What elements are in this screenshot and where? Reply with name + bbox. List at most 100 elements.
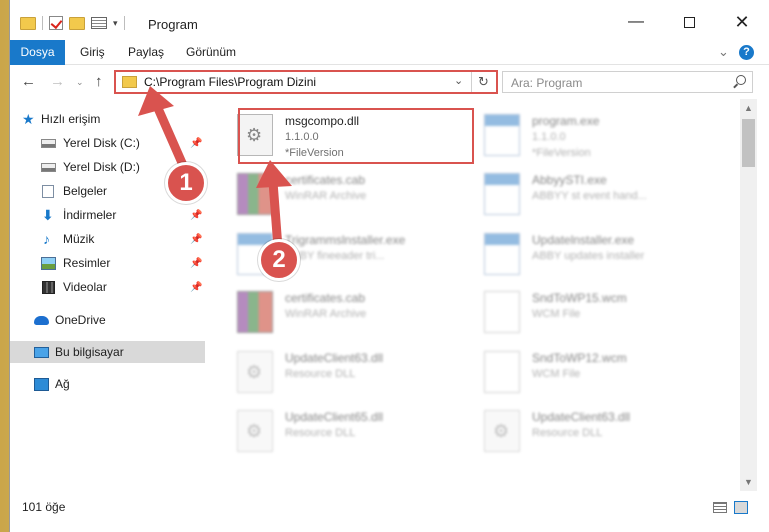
address-bar[interactable]: C:\Program Files\Program Dizini ⌄ ↻ — [114, 70, 498, 94]
details-view-icon[interactable] — [713, 502, 727, 513]
new-folder-icon[interactable] — [69, 16, 85, 30]
music-icon: ♪ — [43, 230, 50, 247]
sidebar-item-label: Hızlı erişim — [41, 112, 101, 126]
search-input[interactable]: Ara: Program — [502, 71, 753, 93]
pin-icon[interactable]: 📌 — [190, 258, 202, 269]
dll-icon — [237, 410, 273, 452]
scroll-down-icon[interactable]: ▼ — [744, 477, 753, 487]
sidebar-item-label: Müzik — [63, 232, 95, 246]
file-list: msgcompo.dll 1.1.0.0 *FileVersion progra… — [205, 99, 740, 491]
file-name: UpdateClient63.dll — [285, 351, 384, 365]
file-item[interactable]: SndToWP15.wcm WCM File — [480, 285, 715, 341]
file-item[interactable]: UpdateClient63.dll Resource DLL — [233, 345, 468, 401]
address-path[interactable]: C:\Program Files\Program Dizini — [144, 75, 316, 89]
file-item[interactable]: SndToWP12.wcm WCM File — [480, 345, 715, 401]
file-name: SndToWP12.wcm — [532, 351, 627, 365]
tab-home[interactable]: Giriş — [80, 40, 105, 65]
recent-locations-icon[interactable]: ⌄ — [76, 77, 84, 88]
customize-toolbar-icon[interactable] — [91, 17, 107, 29]
window-title: Program — [148, 17, 198, 32]
file-item[interactable]: UpdateClient63.dll Resource DLL — [480, 404, 715, 460]
file-name: certificates.cab — [285, 173, 366, 187]
pin-icon[interactable]: 📌 — [190, 282, 202, 293]
file-name: AbbyySTI.exe — [532, 173, 607, 187]
sidebar-item-quick-access[interactable]: ★ Hızlı erişim — [10, 108, 205, 130]
file-name: program.exe — [532, 114, 600, 128]
file-item[interactable]: Updatelnstaller.exe ABBY updates install… — [480, 227, 715, 283]
minimize-icon: — — [628, 13, 644, 30]
sidebar-item-music[interactable]: ♪ Müzik 📌 — [10, 228, 205, 250]
file-item[interactable]: certificates.cab WinRAR Archive — [233, 167, 468, 223]
scrollbar-thumb[interactable] — [742, 119, 755, 167]
pictures-icon — [41, 256, 56, 270]
tab-file[interactable]: Dosya — [10, 40, 65, 65]
item-count: 101 öğe — [22, 500, 66, 514]
close-button[interactable]: ✕ — [728, 10, 756, 34]
pin-icon[interactable]: 📌 — [190, 138, 202, 149]
tab-view[interactable]: Görünüm — [186, 40, 236, 65]
file-name: UpdateClient63.dll — [532, 410, 631, 424]
status-bar: 101 öğe — [10, 496, 769, 520]
cab-icon — [237, 173, 273, 215]
navigation-pane: ★ Hızlı erişim Yerel Disk (C:) 📌 Yerel D… — [10, 99, 205, 491]
sidebar-item-downloads[interactable]: ⬇ İndirmeler 📌 — [10, 204, 205, 226]
sidebar-item-label: Videolar — [63, 280, 107, 294]
star-icon: ★ — [22, 110, 35, 127]
file-name: Trigrammslnstaller.exe — [285, 233, 406, 247]
search-placeholder: Ara: Program — [511, 76, 583, 90]
chevron-down-icon[interactable]: ▾ — [113, 18, 118, 29]
file-item[interactable]: certificates.cab WinRAR Archive — [233, 285, 468, 341]
explorer-window: ▾ Program — ✕ Dosya Giriş Paylaş Görünüm… — [9, 0, 769, 532]
sidebar-item-local-disk-c[interactable]: Yerel Disk (C:) 📌 — [10, 132, 205, 154]
wcm-icon — [484, 291, 520, 333]
file-name: certificates.cab — [285, 291, 366, 305]
forward-arrow-icon[interactable]: → — [50, 73, 65, 90]
folder-icon[interactable] — [20, 16, 36, 30]
network-icon — [34, 377, 49, 391]
back-arrow-icon[interactable]: ← — [21, 73, 36, 90]
drive-icon — [41, 162, 56, 172]
drive-icon — [41, 138, 56, 148]
annotation-badge-2: 2 — [258, 239, 300, 281]
computer-icon — [34, 346, 49, 358]
help-icon[interactable]: ? — [739, 45, 754, 60]
sidebar-item-network[interactable]: Ağ — [10, 373, 205, 395]
sidebar-item-videos[interactable]: Videolar 📌 — [10, 276, 205, 298]
file-item[interactable]: program.exe 1.1.0.0 *FileVersion — [480, 108, 715, 164]
pin-icon[interactable]: 📌 — [190, 210, 202, 221]
file-type: WinRAR Archive — [285, 190, 367, 202]
file-version: 1.1.0.0 — [532, 131, 566, 143]
file-type: WinRAR Archive — [285, 308, 367, 320]
file-item[interactable]: AbbyySTI.exe ABBYY st event hand... — [480, 167, 715, 223]
file-item[interactable]: UpdateClient65.dll Resource DLL — [233, 404, 468, 460]
videos-icon — [42, 280, 55, 294]
dll-icon — [484, 410, 520, 452]
sidebar-item-label: OneDrive — [55, 313, 106, 327]
pin-icon[interactable]: 📌 — [190, 234, 202, 245]
ribbon-tabs: Dosya Giriş Paylaş Görünüm ⌄ ? — [10, 40, 769, 65]
refresh-icon[interactable]: ↻ — [471, 72, 495, 92]
sidebar-item-pictures[interactable]: Resimler 📌 — [10, 252, 205, 274]
up-arrow-icon[interactable]: ↑ — [95, 73, 103, 90]
large-icons-view-icon[interactable] — [734, 501, 748, 514]
exe-icon — [484, 233, 520, 275]
folder-icon — [122, 76, 137, 88]
tab-share[interactable]: Paylaş — [128, 40, 164, 65]
file-type: WCM File — [532, 368, 581, 380]
maximize-button[interactable] — [675, 10, 703, 34]
sidebar-item-label: Resimler — [63, 256, 111, 270]
vertical-scrollbar[interactable]: ▲ ▼ — [740, 99, 757, 491]
wcm-icon — [484, 351, 520, 393]
search-icon[interactable] — [736, 75, 746, 85]
file-type: Resource DLL — [285, 427, 356, 439]
properties-check-icon[interactable] — [49, 16, 63, 30]
sidebar-item-this-pc[interactable]: Bu bilgisayar — [10, 341, 205, 363]
chevron-down-icon[interactable]: ⌄ — [454, 74, 463, 87]
sidebar-item-label: Bu bilgisayar — [55, 345, 124, 359]
file-type: WCM File — [532, 308, 581, 320]
scroll-up-icon[interactable]: ▲ — [744, 103, 753, 113]
close-icon: ✕ — [734, 11, 750, 32]
minimize-button[interactable]: — — [622, 10, 650, 34]
expand-ribbon-icon[interactable]: ⌄ — [718, 44, 729, 60]
sidebar-item-onedrive[interactable]: OneDrive — [10, 309, 205, 331]
